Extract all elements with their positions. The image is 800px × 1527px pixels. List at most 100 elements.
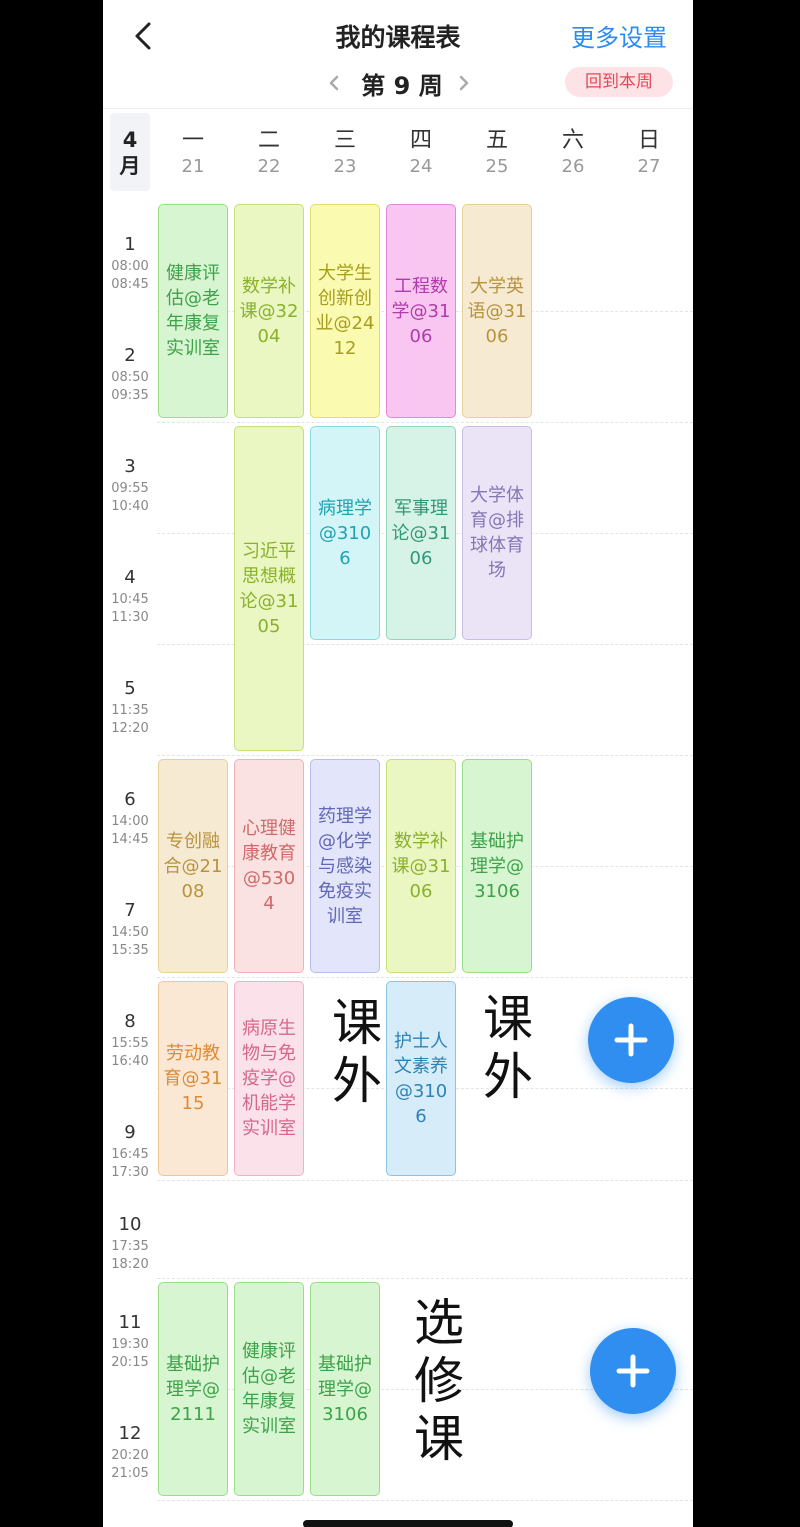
period-start: 19:30: [111, 1337, 149, 1352]
plus-icon: [616, 1354, 650, 1388]
course-block[interactable]: 病理学@3106: [310, 426, 380, 640]
period-end: 11:30: [111, 610, 149, 625]
period-end: 09:35: [111, 388, 149, 403]
month-indicator: 4 月: [110, 113, 150, 191]
course-block[interactable]: 药理学@化学与感染免疫实训室: [310, 759, 380, 973]
period-label: 9 16:45 17:30: [103, 1122, 157, 1182]
weekday-label: 六: [561, 128, 584, 153]
period-start: 17:35: [111, 1239, 149, 1254]
annotation-extracurricular-right: 课外: [483, 990, 533, 1106]
row-divider: [157, 1500, 693, 1502]
period-number: 10: [118, 1214, 142, 1235]
period-number: 9: [124, 1122, 136, 1143]
period-number: 4: [124, 567, 136, 588]
period-label: 6 14:00 14:45: [103, 789, 157, 849]
period-number: 11: [118, 1312, 142, 1333]
course-text: 军事理论@3106: [391, 497, 451, 569]
course-block[interactable]: 基础护理学@3106: [462, 759, 532, 973]
period-end: 18:20: [111, 1257, 149, 1272]
date-label: 22: [257, 156, 281, 177]
course-text: 健康评估@老年康复实训室: [166, 263, 220, 359]
period-end: 17:30: [111, 1165, 149, 1180]
period-label: 11 19:30 20:15: [103, 1312, 157, 1372]
course-block[interactable]: 大学生创新创业@2412: [310, 204, 380, 418]
annotation-elective: 选修课: [414, 1294, 464, 1468]
day-header: 四 24: [383, 122, 459, 177]
period-label: 12 20:20 21:05: [103, 1423, 157, 1483]
month-unit: 月: [119, 154, 141, 178]
course-block[interactable]: 基础护理学@2111: [158, 1282, 228, 1496]
schedule-screen: 我的课程表 更多设置 第 9 周 回到本周 4 月 一 21 二 22 三 23 四 24 五 2…: [103, 0, 693, 1527]
course-block[interactable]: 专创融合@2108: [158, 759, 228, 973]
period-end: 10:40: [111, 499, 149, 514]
course-block[interactable]: 护士人文素养@3106: [386, 981, 456, 1176]
course-text: 劳动教育@3115: [163, 1043, 223, 1114]
weekday-label: 五: [485, 128, 508, 153]
weekday-label: 三: [333, 128, 356, 153]
course-block[interactable]: 基础护理学@3106: [310, 1282, 380, 1496]
period-start: 16:45: [111, 1147, 149, 1162]
period-number: 7: [124, 900, 136, 921]
course-text: 基础护理学@2111: [166, 1353, 220, 1425]
date-label: 26: [561, 156, 585, 177]
course-text: 基础护理学@3106: [318, 1353, 372, 1425]
period-number: 12: [118, 1423, 142, 1444]
period-label: 5 11:35 12:20: [103, 678, 157, 738]
course-text: 药理学@化学与感染免疫实训室: [318, 805, 372, 927]
course-block[interactable]: 习近平思想概论@3105: [234, 426, 304, 751]
date-label: 23: [333, 156, 357, 177]
add-course-button[interactable]: [588, 997, 674, 1083]
course-text: 大学生创新创业@2412: [315, 263, 375, 359]
day-header: 六 26: [535, 122, 611, 177]
course-block[interactable]: 健康评估@老年康复实训室: [234, 1282, 304, 1496]
period-label: 8 15:55 16:40: [103, 1011, 157, 1071]
date-label: 27: [637, 156, 661, 177]
period-start: 09:55: [111, 481, 149, 496]
row-divider: [157, 755, 693, 757]
course-block[interactable]: 大学英语@3106: [462, 204, 532, 418]
period-number: 3: [124, 456, 136, 477]
back-to-current-week-button[interactable]: 回到本周: [565, 67, 673, 97]
course-block[interactable]: 健康评估@老年康复实训室: [158, 204, 228, 418]
period-number: 5: [124, 678, 136, 699]
course-block[interactable]: 数学补课@3106: [386, 759, 456, 973]
course-text: 专创融合@2108: [163, 830, 223, 902]
chevron-left-icon[interactable]: [323, 68, 345, 98]
course-block[interactable]: 军事理论@3106: [386, 426, 456, 640]
course-block[interactable]: 心理健康教育@5304: [234, 759, 304, 973]
course-block[interactable]: 工程数学@3106: [386, 204, 456, 418]
row-divider: [157, 1180, 693, 1182]
annotation-extracurricular-left: 课外: [332, 994, 382, 1110]
week-label: 第 9 周: [361, 72, 443, 100]
more-settings-link[interactable]: 更多设置: [571, 18, 667, 53]
course-block[interactable]: 大学体育@排球体育场: [462, 426, 532, 640]
date-label: 25: [485, 156, 509, 177]
course-block[interactable]: 病原生物与免疫学@机能学实训室: [234, 981, 304, 1176]
day-header: 二 22: [231, 122, 307, 177]
period-start: 10:45: [111, 592, 149, 607]
course-text: 大学体育@排球体育场: [470, 485, 524, 581]
course-text: 病理学@3106: [318, 497, 372, 569]
course-block[interactable]: 劳动教育@3115: [158, 981, 228, 1176]
weekday-label: 四: [409, 128, 432, 153]
date-label: 24: [409, 156, 433, 177]
row-divider: [157, 1278, 693, 1280]
date-label: 21: [181, 156, 205, 177]
course-block[interactable]: 数学补课@3204: [234, 204, 304, 418]
period-start: 08:50: [111, 370, 149, 385]
period-label: 7 14:50 15:35: [103, 900, 157, 960]
course-text: 护士人文素养@3106: [394, 1030, 448, 1127]
period-number: 2: [124, 345, 136, 366]
period-end: 15:35: [111, 943, 149, 958]
add-course-button-2[interactable]: [590, 1328, 676, 1414]
period-label: 10 17:35 18:20: [103, 1214, 157, 1274]
period-number: 1: [124, 234, 136, 255]
header-divider: [103, 108, 693, 109]
chevron-right-icon[interactable]: [453, 68, 475, 98]
course-text: 数学补课@3106: [391, 830, 451, 902]
period-start: 14:00: [111, 814, 149, 829]
course-text: 病原生物与免疫学@机能学实训室: [242, 1018, 296, 1139]
weekday-label: 一: [181, 128, 204, 153]
home-indicator: [303, 1520, 513, 1527]
day-header: 一 21: [155, 122, 231, 177]
